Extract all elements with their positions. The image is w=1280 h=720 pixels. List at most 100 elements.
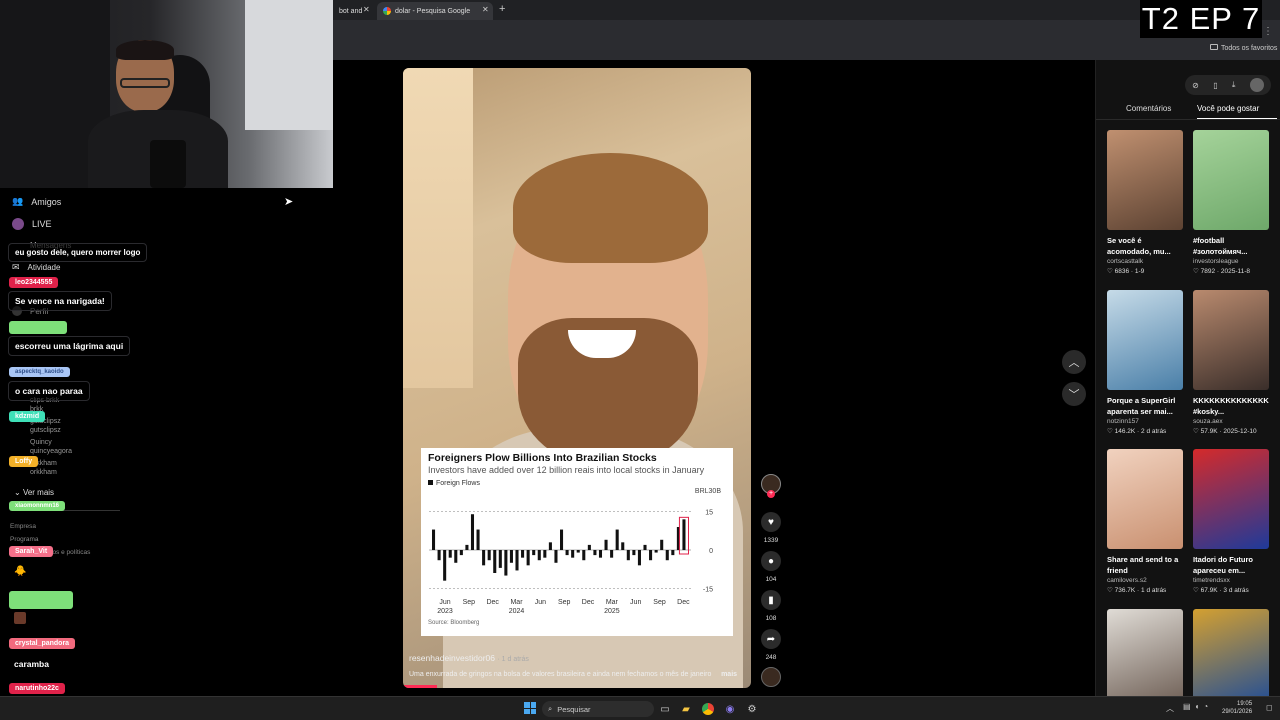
device-icon[interactable]: ▯	[1213, 81, 1217, 90]
video-thumbnail[interactable]	[1193, 609, 1269, 709]
video-thumbnail[interactable]	[1193, 449, 1269, 549]
recommended-video-card[interactable]	[1193, 609, 1269, 709]
video-background	[403, 68, 473, 388]
recommended-video-card[interactable]: Se você é acomodado, mu... cortscasttalk ♡…	[1107, 130, 1183, 275]
chat-username: aspecktq_kaoido	[9, 367, 70, 377]
video-thumbnail[interactable]	[1107, 609, 1183, 709]
system-tray-icons[interactable]: ▤◖◔	[1183, 702, 1212, 711]
mouse-cursor-icon: ➤	[284, 196, 294, 208]
following-item[interactable]: Quincy quincyeagora	[30, 438, 72, 456]
video-progress-bar[interactable]	[403, 685, 437, 688]
clock[interactable]: 19:05 29/01/2026	[1222, 700, 1252, 716]
recommended-video-card[interactable]: Itadori do Futuro apareceu em... timetren…	[1193, 449, 1269, 594]
chart-x-year: 2025	[604, 608, 620, 615]
chart-x-year: 2024	[509, 608, 525, 615]
chart-bar	[432, 529, 436, 550]
card-stats: ♡ 736.7K · 1 d atrás	[1107, 586, 1183, 594]
video-description: Uma enxurrada de gringos na bolsa de val…	[409, 671, 737, 678]
video-thumbnail[interactable]	[1107, 290, 1183, 390]
video-thumbnail[interactable]	[1107, 449, 1183, 549]
tray-chevron-icon[interactable]: ︿	[1166, 703, 1174, 714]
all-bookmarks[interactable]: Todos os favoritos	[1210, 44, 1277, 52]
activity-icon: ✉	[12, 262, 20, 272]
chart-bar	[459, 550, 463, 556]
recommended-video-card[interactable]: KKKKKKKKKKKKKKKKK|| #kosky... souza.aex ♡ …	[1193, 290, 1269, 435]
sidebar-item-friends[interactable]: 👥 Amigos	[12, 196, 61, 207]
card-title: Porque a SuperGirl aparenta ser mai...	[1107, 396, 1176, 416]
chat-username: narutinho22c	[9, 683, 65, 694]
card-user: timetrendsxx	[1193, 577, 1230, 584]
card-stats-value: 146.2K · 2 d atrás	[1114, 428, 1167, 435]
card-user: camilovers.s2	[1107, 577, 1147, 584]
download-icon[interactable]: ⤓	[1232, 80, 1236, 90]
episode-overlay: T2 EP 7	[1140, 0, 1262, 38]
tab-comments[interactable]: Comentários	[1126, 104, 1171, 113]
more-link[interactable]: mais	[721, 671, 737, 678]
recommended-video-card[interactable]: #football #золотоймяч... investorsleague ♡…	[1193, 130, 1269, 275]
video-player[interactable]: Foreigners Plow Billions Into Brazilian …	[403, 68, 751, 688]
bookmarks-label: Todos os favoritos	[1221, 45, 1278, 52]
sound-disc-icon[interactable]	[761, 667, 781, 687]
next-video-button[interactable]: ﹀	[1062, 382, 1086, 406]
save-button[interactable]: ▮	[761, 590, 781, 610]
chart-bar	[437, 550, 441, 561]
tab-label: dolar - Pesquisa Google	[395, 7, 471, 15]
tab-you-may-like[interactable]: Você pode gostar	[1197, 104, 1259, 113]
video-author[interactable]: resenhadeinvestidor06 · 1 d atrás	[409, 653, 529, 663]
card-title: Se você é acomodado, mu...	[1107, 236, 1171, 256]
close-icon[interactable]: ✕	[363, 5, 370, 14]
chart-bar	[649, 550, 653, 561]
task-view-icon[interactable]: ▭	[657, 701, 673, 717]
heart-icon: ♡	[1193, 587, 1201, 594]
video-thumbnail[interactable]	[1193, 290, 1269, 390]
clock-time: 19:05	[1237, 701, 1253, 707]
google-icon	[383, 7, 391, 15]
recommended-video-card[interactable]: Share and send to a friend camilovers.s2 ♡…	[1107, 449, 1183, 594]
follow-plus-icon[interactable]: +	[767, 490, 775, 498]
file-explorer-icon[interactable]: ▰	[678, 701, 694, 717]
video-thumbnail[interactable]	[1193, 130, 1269, 230]
menu-icon[interactable]: ⋮	[1263, 26, 1273, 37]
chart-x-year: 2023	[437, 608, 453, 615]
see-more-label: Ver mais	[22, 488, 55, 497]
previous-video-button[interactable]: ︿	[1062, 350, 1086, 374]
card-title: #football #золотоймяч...	[1193, 236, 1248, 256]
like-button[interactable]: ♥	[761, 512, 781, 532]
chrome-icon[interactable]	[700, 701, 716, 717]
chart-y-tick: 15	[705, 510, 713, 517]
chat-message: Se vence na narigada!	[8, 291, 112, 311]
footer-link[interactable]: Empresa	[10, 520, 90, 533]
avatar[interactable]	[1249, 78, 1264, 92]
sidebar-item-live[interactable]: LIVE	[12, 218, 52, 230]
sidebar-item-label: LIVE	[32, 219, 52, 229]
compass-icon[interactable]: ⊘	[1192, 81, 1199, 90]
sidebar-item-activity[interactable]: ✉ Atividade	[12, 262, 60, 273]
chart-x-tick: Dec	[582, 599, 595, 606]
browser-tab-active[interactable]: dolar - Pesquisa Google	[377, 2, 493, 20]
comment-button[interactable]: ●	[761, 551, 781, 571]
taskbar-search[interactable]: ⌕ Pesquisar	[542, 701, 654, 717]
video-time: · 1 d atrás	[497, 656, 529, 663]
chart-subtitle: Investors have added over 12 billion rea…	[428, 465, 705, 475]
notification-icon[interactable]: ◻	[1266, 703, 1273, 712]
chart-bar	[643, 544, 647, 550]
see-more-link[interactable]: ⌄ Ver mais	[14, 488, 54, 497]
plus-icon[interactable]: +	[499, 3, 505, 15]
recommended-video-card[interactable]: Porque a SuperGirl aparenta ser mai... no…	[1107, 290, 1183, 435]
close-icon[interactable]: ✕	[482, 5, 489, 14]
video-description-text: Uma enxurrada de gringos na bolsa de val…	[409, 671, 712, 678]
chat-message: eu gosto dele, quero morrer logo	[8, 243, 148, 262]
video-thumbnail[interactable]	[1107, 130, 1183, 230]
heart-icon: ♡	[1107, 428, 1115, 435]
chevron-up-icon: ︿	[1068, 357, 1080, 369]
recommended-video-card[interactable]	[1107, 609, 1183, 709]
chart-card: Foreigners Plow Billions Into Brazilian …	[421, 448, 733, 636]
settings-icon[interactable]: ⚙	[744, 701, 760, 717]
comment-icon: ●	[767, 555, 775, 567]
video-username: resenhadeinvestidor06	[409, 653, 496, 663]
windows-start-icon[interactable]	[524, 702, 536, 714]
chat-username: Loffy	[9, 456, 39, 467]
discord-icon[interactable]: ◉	[722, 701, 738, 717]
footer-link[interactable]: Programa	[10, 533, 90, 546]
share-button[interactable]: ➦	[761, 629, 781, 649]
